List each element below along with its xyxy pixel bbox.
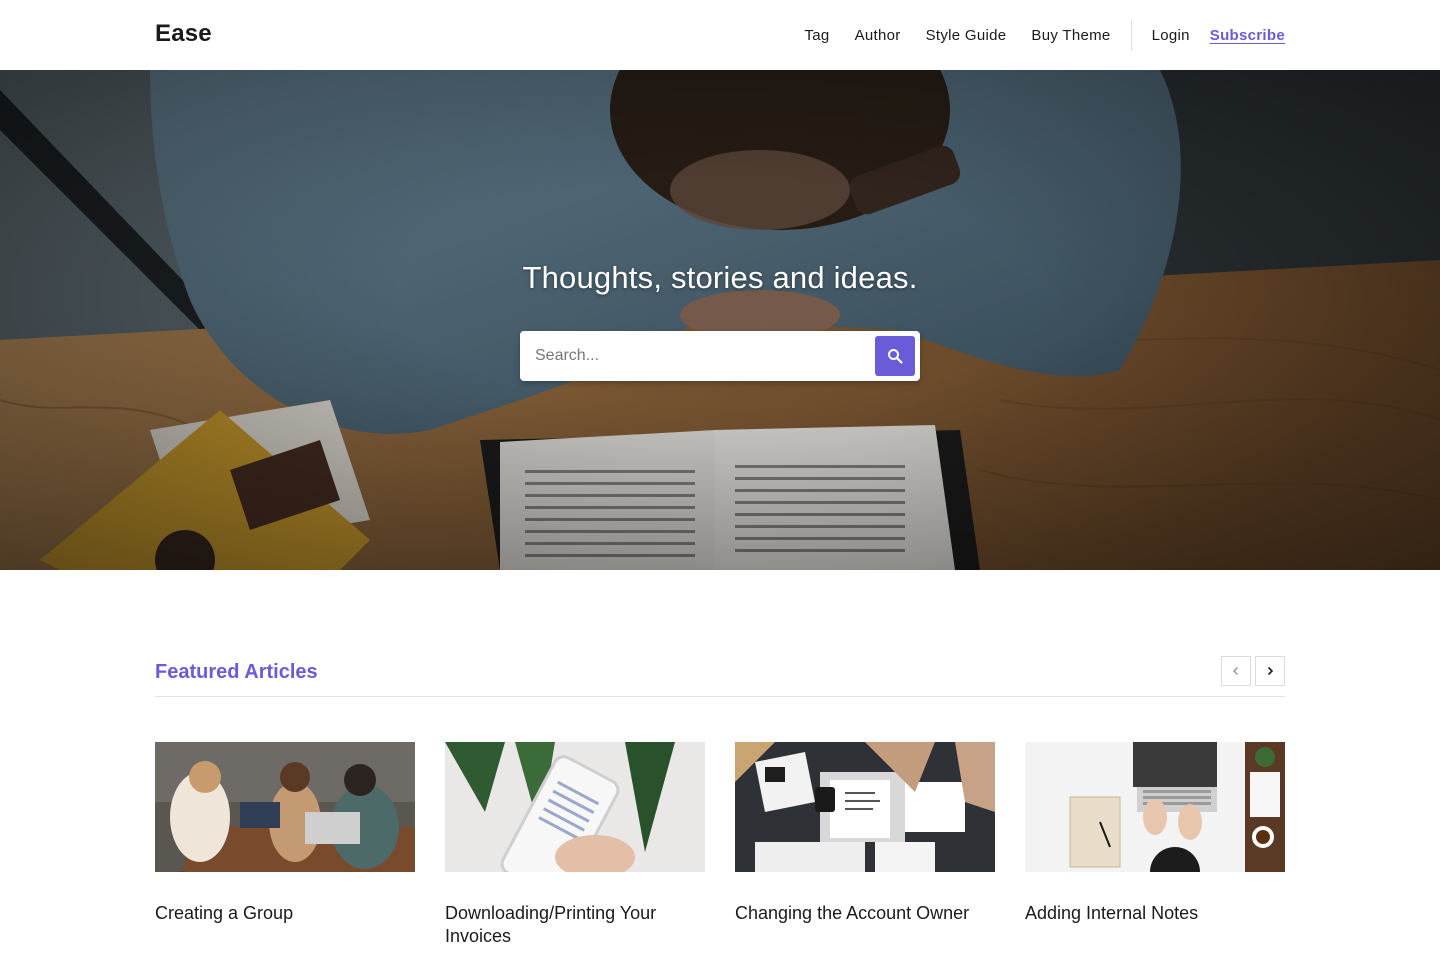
hero-section: Thoughts, stories and ideas. xyxy=(0,70,1440,570)
featured-articles-list: Creating a Group Downloading/Printing Yo… xyxy=(155,742,1285,948)
subscribe-link[interactable]: Subscribe xyxy=(1210,27,1285,44)
article-image[interactable] xyxy=(445,742,705,872)
carousel-prev-button[interactable] xyxy=(1221,656,1251,686)
search-box xyxy=(520,331,920,381)
main-nav: Tag Author Style Guide Buy Theme Login S… xyxy=(804,0,1285,70)
nav-divider xyxy=(1130,19,1132,51)
article-card[interactable]: Downloading/Printing Your Invoices xyxy=(445,742,705,948)
chevron-right-icon xyxy=(1267,666,1274,676)
article-title[interactable]: Creating a Group xyxy=(155,902,415,925)
nav-item-buy-theme[interactable]: Buy Theme xyxy=(1031,27,1110,44)
nav-item-style-guide[interactable]: Style Guide xyxy=(926,27,1007,44)
search-button[interactable] xyxy=(875,336,915,376)
login-link[interactable]: Login xyxy=(1152,27,1190,44)
nav-item-author[interactable]: Author xyxy=(855,27,901,44)
chevron-left-icon xyxy=(1232,666,1239,676)
search-input[interactable] xyxy=(520,331,870,381)
hero-background-image xyxy=(0,70,1440,570)
hero-title: Thoughts, stories and ideas. xyxy=(522,260,918,295)
article-card[interactable]: Changing the Account Owner xyxy=(735,742,995,948)
carousel-next-button[interactable] xyxy=(1255,656,1285,686)
article-title[interactable]: Adding Internal Notes xyxy=(1025,902,1285,925)
article-title[interactable]: Changing the Account Owner xyxy=(735,902,995,925)
article-card[interactable]: Adding Internal Notes xyxy=(1025,742,1285,948)
featured-header: Featured Articles xyxy=(155,650,1285,697)
article-image[interactable] xyxy=(735,742,995,872)
article-title[interactable]: Downloading/Printing Your Invoices xyxy=(445,902,705,948)
search-icon xyxy=(888,349,903,364)
article-card[interactable]: Creating a Group xyxy=(155,742,415,948)
article-image[interactable] xyxy=(155,742,415,872)
nav-item-tag[interactable]: Tag xyxy=(804,27,829,44)
site-header: Ease Tag Author Style Guide Buy Theme Lo… xyxy=(0,0,1440,70)
featured-title: Featured Articles xyxy=(155,661,318,683)
article-image[interactable] xyxy=(1025,742,1285,872)
site-logo[interactable]: Ease xyxy=(155,20,212,48)
